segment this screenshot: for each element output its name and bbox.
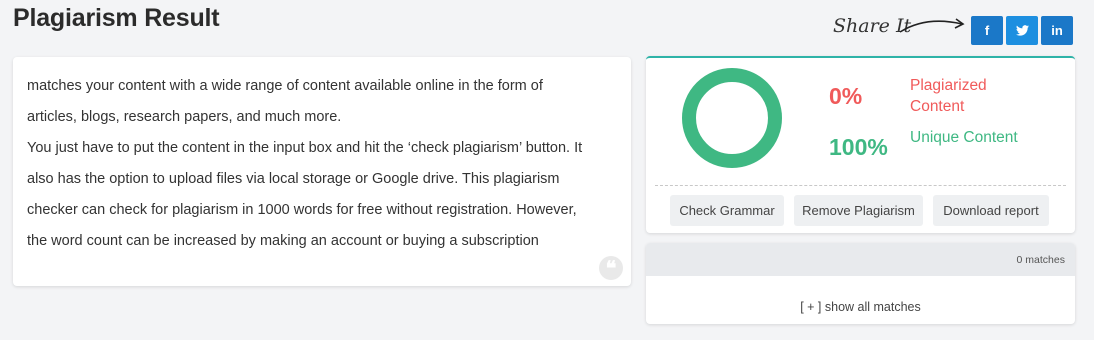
content-line: articles, blogs, research papers, and mu… (27, 109, 342, 125)
linkedin-share-button[interactable]: in (1041, 16, 1073, 45)
download-report-button[interactable]: Download report (933, 195, 1049, 226)
plagiarized-label: Plagiarized Content (910, 77, 987, 115)
show-all-matches-link[interactable]: [ + ] show all matches (646, 300, 1075, 314)
remove-plagiarism-button[interactable]: Remove Plagiarism (794, 195, 923, 226)
divider (655, 185, 1066, 186)
check-grammar-button[interactable]: Check Grammar (670, 195, 784, 226)
matches-count: 0 matches (646, 243, 1075, 276)
facebook-icon: f (984, 23, 990, 38)
result-summary-card: 0% Plagiarized Content 100% Unique Conte… (646, 56, 1075, 233)
content-line: checker can check for plagiarism in 1000… (27, 202, 577, 218)
content-text-box[interactable]: matches your content with a wide range o… (13, 57, 631, 286)
unique-label: Unique Content (910, 129, 1018, 146)
content-line: also has the option to upload files via … (27, 171, 560, 187)
plagiarized-percent: 0% (829, 83, 863, 109)
quote-icon[interactable]: ❝ (599, 256, 623, 280)
unique-percent: 100% (829, 134, 888, 160)
facebook-share-button[interactable]: f (971, 16, 1003, 45)
content-line: the word count can be increased by makin… (27, 233, 539, 249)
twitter-icon (1015, 25, 1029, 36)
linkedin-icon: in (1051, 23, 1063, 38)
uniqueness-donut-chart (682, 68, 782, 168)
matches-panel: 0 matches [ + ] show all matches (646, 243, 1075, 324)
content-line: You just have to put the content in the … (27, 140, 583, 156)
unique-arc (682, 68, 782, 168)
twitter-share-button[interactable]: t (1006, 16, 1038, 45)
share-arrow-icon (899, 18, 965, 33)
content-line: matches your content with a wide range o… (27, 78, 543, 94)
page-title: Plagiarism Result (13, 4, 220, 32)
